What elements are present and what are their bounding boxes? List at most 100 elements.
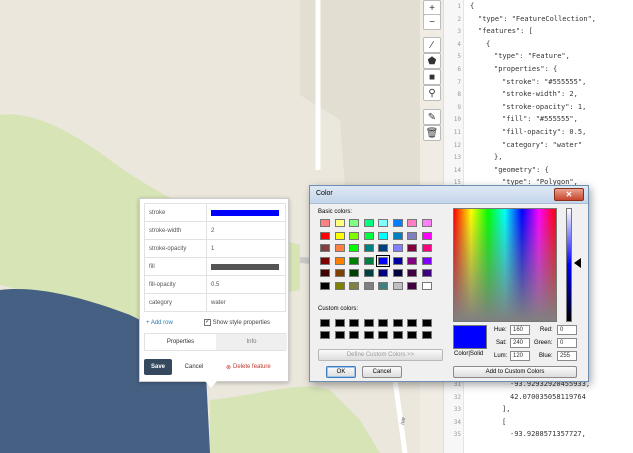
custom-color-swatch[interactable] — [363, 319, 374, 327]
custom-color-swatch[interactable] — [392, 331, 403, 339]
basic-color-swatch[interactable] — [392, 281, 403, 290]
basic-color-swatch[interactable] — [349, 269, 359, 277]
basic-color-swatch[interactable] — [392, 231, 403, 240]
close-button[interactable]: ✕ — [554, 188, 584, 201]
basic-color-swatch[interactable] — [407, 269, 417, 277]
add-row-link[interactable]: + Add row — [146, 320, 173, 326]
basic-color-swatch[interactable] — [421, 281, 432, 290]
cancel-button[interactable]: Cancel — [178, 359, 210, 375]
property-key[interactable]: category — [144, 293, 207, 312]
edit-layers-button[interactable]: ✎ — [423, 109, 441, 125]
basic-color-swatch[interactable] — [378, 269, 388, 277]
basic-color-swatch[interactable] — [407, 281, 417, 290]
basic-color-swatch[interactable] — [363, 269, 374, 277]
dialog-cancel-button[interactable]: Cancel — [362, 366, 402, 378]
basic-color-swatch[interactable] — [392, 269, 403, 277]
basic-color-swatch[interactable] — [320, 281, 330, 290]
luminance-arrow-icon[interactable] — [574, 258, 581, 268]
basic-color-swatch[interactable] — [349, 231, 359, 240]
basic-color-swatch[interactable] — [320, 231, 330, 240]
custom-color-swatch[interactable] — [334, 319, 345, 327]
basic-color-swatch[interactable] — [334, 231, 345, 240]
custom-color-swatch[interactable] — [349, 331, 359, 339]
basic-color-swatch[interactable] — [349, 244, 359, 252]
basic-color-swatch[interactable] — [363, 219, 374, 227]
show-style-checkbox[interactable]: ✓ — [204, 319, 211, 326]
zoom-out-button[interactable]: − — [423, 14, 441, 30]
ok-button[interactable]: OK — [326, 366, 356, 378]
color-swatch[interactable] — [211, 263, 279, 270]
basic-color-swatch[interactable] — [334, 244, 345, 252]
property-value[interactable]: 2 — [206, 221, 286, 240]
basic-color-swatch[interactable] — [334, 256, 345, 265]
tab-info[interactable]: Info — [216, 334, 287, 350]
custom-color-swatch[interactable] — [320, 319, 330, 327]
color-swatch[interactable] — [211, 209, 279, 216]
basic-color-swatch[interactable] — [378, 219, 388, 227]
basic-color-swatch[interactable] — [407, 244, 417, 252]
draw-marker-button[interactable]: ⚲ — [423, 85, 441, 101]
basic-color-swatch[interactable] — [334, 219, 345, 227]
blue-field[interactable]: 255 — [557, 351, 577, 361]
basic-color-swatch[interactable] — [320, 244, 330, 252]
basic-color-swatch[interactable] — [407, 256, 417, 265]
basic-color-swatch[interactable] — [363, 281, 374, 290]
custom-color-swatch[interactable] — [378, 331, 388, 339]
draw-polygon-button[interactable]: ⬟ — [423, 53, 441, 69]
custom-color-swatch[interactable] — [407, 319, 417, 327]
basic-color-swatch[interactable] — [376, 254, 390, 267]
property-value[interactable] — [206, 257, 286, 276]
add-to-custom-colors-button[interactable]: Add to Custom Colors — [453, 366, 577, 378]
basic-color-swatch[interactable] — [378, 231, 388, 240]
draw-rectangle-button[interactable]: ■ — [423, 69, 441, 85]
basic-color-swatch[interactable] — [334, 269, 345, 277]
basic-color-swatch[interactable] — [334, 281, 345, 290]
green-field[interactable]: 0 — [557, 338, 577, 348]
custom-color-swatch[interactable] — [392, 319, 403, 327]
show-style-toggle[interactable]: ✓ Show style properties — [204, 319, 270, 326]
basic-color-swatch[interactable] — [363, 231, 374, 240]
property-value[interactable] — [206, 203, 286, 222]
basic-color-swatch[interactable] — [421, 269, 432, 277]
property-value[interactable]: 0.5 — [206, 275, 286, 294]
basic-color-swatch[interactable] — [320, 219, 330, 227]
property-key[interactable]: stroke-opacity — [144, 239, 207, 258]
basic-color-swatch[interactable] — [392, 256, 403, 265]
property-value[interactable]: 1 — [206, 239, 286, 258]
basic-color-swatch[interactable] — [421, 219, 432, 227]
custom-color-swatch[interactable] — [349, 319, 359, 327]
delete-layers-button[interactable]: 🗑 — [423, 125, 441, 141]
hue-field[interactable]: 160 — [510, 325, 530, 335]
property-key[interactable]: stroke-width — [144, 221, 207, 240]
basic-color-swatch[interactable] — [407, 219, 417, 227]
basic-color-swatch[interactable] — [421, 244, 432, 252]
save-button[interactable]: Save — [144, 359, 172, 375]
basic-color-swatch[interactable] — [320, 269, 330, 277]
custom-color-swatch[interactable] — [363, 331, 374, 339]
custom-color-swatch[interactable] — [421, 331, 432, 339]
color-spectrum[interactable] — [453, 208, 557, 322]
luminance-slider[interactable] — [566, 208, 572, 322]
custom-color-swatch[interactable] — [421, 319, 432, 327]
draw-line-button[interactable]: ⁄ — [423, 37, 441, 53]
property-key[interactable]: stroke — [144, 203, 207, 222]
property-key[interactable]: fill-opacity — [144, 275, 207, 294]
property-key[interactable]: fill — [144, 257, 207, 276]
red-field[interactable]: 0 — [557, 325, 577, 335]
custom-color-swatch[interactable] — [407, 331, 417, 339]
lum-field[interactable]: 120 — [510, 351, 530, 361]
basic-color-swatch[interactable] — [378, 281, 388, 290]
basic-color-swatch[interactable] — [392, 244, 403, 252]
tab-properties[interactable]: Properties — [145, 334, 216, 350]
basic-color-swatch[interactable] — [407, 231, 417, 240]
basic-color-swatch[interactable] — [349, 219, 359, 227]
basic-color-swatch[interactable] — [349, 281, 359, 290]
basic-color-swatch[interactable] — [363, 256, 374, 265]
basic-color-swatch[interactable] — [392, 219, 403, 227]
dialog-titlebar[interactable]: Color ✕ — [310, 186, 588, 204]
custom-color-swatch[interactable] — [378, 319, 388, 327]
custom-color-swatch[interactable] — [320, 331, 330, 339]
custom-color-swatch[interactable] — [334, 331, 345, 339]
delete-feature-button[interactable]: ⊗ Delete feature — [226, 359, 271, 375]
property-value[interactable]: water — [206, 293, 286, 312]
